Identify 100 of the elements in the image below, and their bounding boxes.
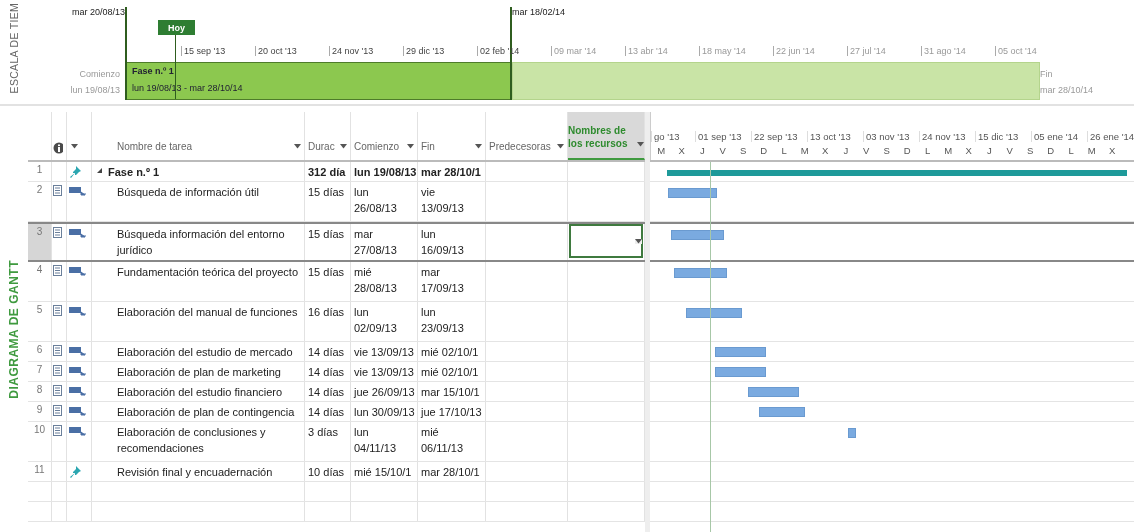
timescale-tick-label: 09 mar '14 (551, 46, 597, 56)
start-date: lun 04/11/13 (354, 425, 397, 456)
finish-date: mié 02/10/1 (421, 366, 479, 378)
duration-value: 10 días (308, 466, 345, 478)
column-header[interactable]: Fin (418, 112, 486, 160)
start-date: vie 13/09/13 (354, 366, 414, 378)
timescale-label: 03 nov '13 (863, 131, 919, 142)
auto-scheduled-icon (69, 305, 87, 317)
row-number: 6 (28, 342, 52, 361)
start-date: mar 27/08/13 (354, 227, 398, 258)
day-label: X (964, 145, 973, 156)
task-name: Elaboración del estudio de mercado (117, 345, 293, 360)
task-name: Elaboración del estudio financiero (117, 385, 283, 400)
start-date: lun 26/08/13 (354, 185, 398, 216)
duration-value: 312 día (308, 166, 346, 178)
task-name: Fundamentación teórica del proyecto (117, 265, 298, 280)
timescale-tick-label: 05 oct '14 (995, 46, 1037, 56)
start-date: mié 28/08/13 (354, 265, 398, 296)
start-label: Comienzo (78, 68, 120, 81)
dropdown-arrow-icon (637, 142, 644, 147)
finish-date: lun 16/09/13 (421, 227, 465, 258)
day-label: D (759, 145, 769, 156)
finish-date: lun 23/09/13 (421, 305, 465, 336)
task-name: Elaboración del manual de funciones (117, 305, 298, 320)
timescale-label: 15 dic '13 (975, 131, 1031, 142)
task-name: Elaboración de plan de contingencia (117, 405, 295, 420)
task-bar (671, 230, 724, 240)
indicator-icon (53, 385, 62, 396)
indicator-icon (53, 185, 62, 196)
task-bar (715, 367, 766, 377)
task-name: Elaboración de conclusiones y recomendaciones (117, 425, 267, 456)
column-header[interactable]: Durac (305, 112, 351, 160)
row-number: 3 (28, 224, 52, 260)
auto-scheduled-icon (69, 227, 87, 239)
start-date: lun 19/08/13 (69, 84, 120, 97)
dropdown-arrow-icon (407, 144, 414, 149)
finish-date: mié 02/10/1 (421, 346, 479, 358)
duration-value: 14 días (308, 406, 345, 418)
start-date: lun 02/09/13 (354, 305, 398, 336)
dropdown-arrow-icon (557, 144, 564, 149)
auto-scheduled-icon (69, 365, 87, 377)
indicator-icon (53, 227, 62, 238)
task-name: Revisión final y encuadernación (117, 465, 273, 480)
collapse-triangle-icon[interactable] (96, 167, 103, 174)
dropdown-arrow-icon (294, 144, 301, 149)
timescale-tick-label: 31 ago '14 (921, 46, 966, 56)
day-label: J (842, 145, 850, 156)
task-name: Fase n.º 1 (108, 165, 160, 180)
row-number: 4 (28, 262, 52, 301)
pin-icon (69, 165, 83, 179)
task-bar (668, 188, 717, 198)
timescale-tick-label: 13 abr '14 (625, 46, 668, 56)
task-bar (748, 387, 799, 397)
day-label: J (985, 145, 993, 156)
indicator-icon (53, 405, 62, 416)
duration-value: 15 días (308, 186, 345, 198)
indicator-icon (53, 425, 62, 436)
finish-date: vie 13/09/13 (421, 185, 465, 216)
auto-scheduled-icon (69, 425, 87, 437)
day-label: D (902, 145, 912, 156)
dropdown-arrow-icon (71, 144, 78, 149)
row-number: 11 (28, 462, 52, 481)
timescale-label: 05 ene '14 (1031, 131, 1087, 142)
auto-scheduled-icon (69, 385, 87, 397)
column-header[interactable]: Comienzo (351, 112, 418, 160)
column-header[interactable]: Nombre de tarea (92, 112, 305, 160)
info-icon (53, 142, 63, 154)
day-label: L (924, 145, 932, 156)
duration-value: 14 días (308, 346, 345, 358)
timescale-tick-label: 20 oct '13 (255, 46, 297, 56)
timescale-label: 01 sep '13 (695, 131, 751, 142)
row-number: 10 (28, 422, 52, 461)
duration-value: 16 días (308, 306, 345, 318)
row-number: 7 (28, 362, 52, 381)
auto-scheduled-icon (69, 405, 87, 417)
timescale-tick-label: 27 jul '14 (847, 46, 886, 56)
task-bar (759, 407, 805, 417)
dropdown-arrow-icon (635, 238, 642, 244)
indicator-icon (53, 365, 62, 376)
resource-field[interactable] (569, 224, 643, 258)
duration-value: 14 días (308, 366, 345, 378)
start-date: vie 13/09/13 (354, 346, 414, 358)
finish-date: mar 28/10/1 (421, 466, 480, 478)
day-label: S (882, 145, 891, 156)
day-label: V (862, 145, 871, 156)
task-bar (715, 347, 766, 357)
day-label: J (698, 145, 706, 156)
side-panel-label: ESCALA DE TIEM (8, 3, 20, 94)
timescale-label: 26 ene '14 (1087, 131, 1134, 142)
today-line (175, 35, 176, 99)
day-label: L (780, 145, 788, 156)
task-bar (674, 268, 727, 278)
task-name: Elaboración de plan de marketing (117, 365, 281, 380)
timescale-tick-label: 29 dic '13 (403, 46, 445, 56)
timescale-label: 13 oct '13 (807, 131, 863, 142)
day-label: M (799, 145, 810, 156)
timescale-tick-label: 22 jun '14 (773, 46, 815, 56)
timescale-tick-label: 24 nov '13 (329, 46, 374, 56)
task-name: Búsqueda de información útil (117, 185, 259, 200)
selected-row-highlight[interactable]: 3 Búsqueda información del entorno jurídico 15 días mar 27/08/13 lun 16/09/13 (28, 222, 1134, 262)
